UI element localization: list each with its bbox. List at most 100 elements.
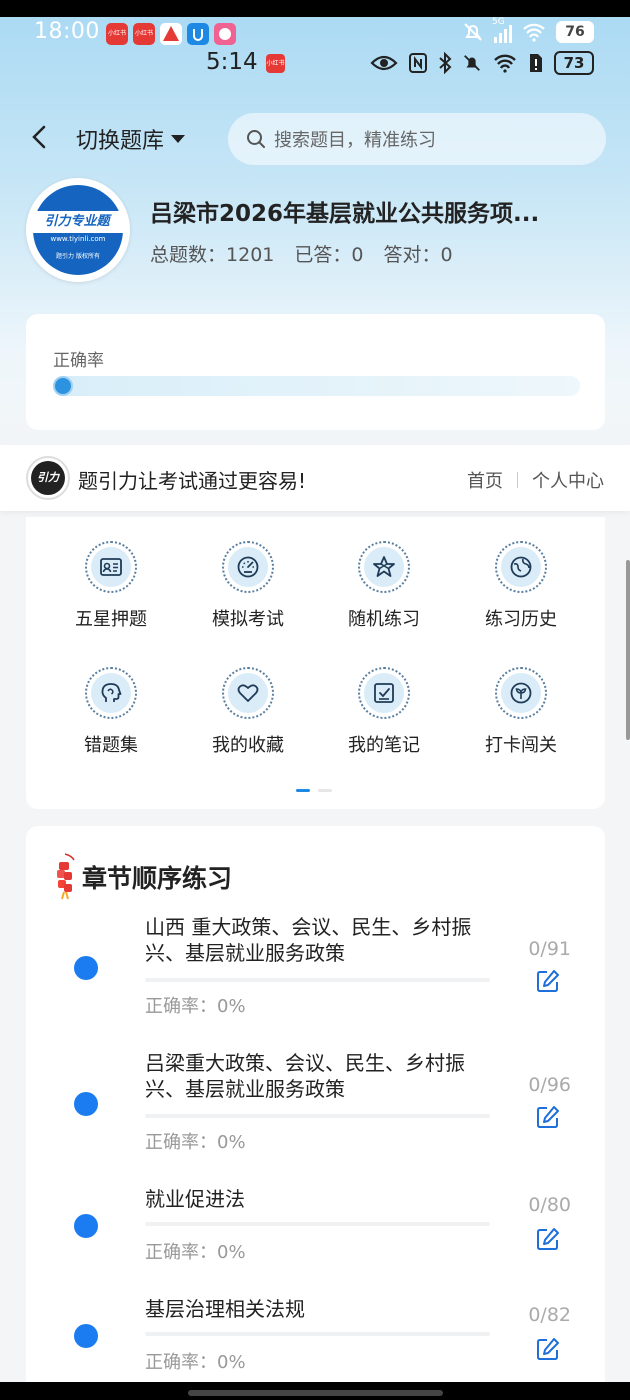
signal-icon: 5G [492,17,512,43]
chapter-accuracy: 正确率：0% [145,1242,246,1263]
menu-item-five-star[interactable]: 五星押题 [46,541,176,631]
menu-item-practice-history[interactable]: 练习历史 [456,541,586,631]
globe-icon [510,556,532,578]
menu-label: 我的收藏 [212,735,284,756]
accuracy-label: 正确率 [53,351,104,371]
menu-pager [296,789,332,792]
edit-icon[interactable] [535,1336,561,1362]
chapter-name: 就业促进法 [145,1187,245,1211]
eye-icon [370,55,398,71]
menu-label: 模拟考试 [212,609,284,630]
chapter-dot [74,1324,98,1348]
chapter-section-title: 章节顺序练习 [82,864,233,893]
brand-bar: 引力 题引力让考试通过更容易! 首页 个人中心 [0,445,630,511]
menu-label: 五星押题 [75,609,147,630]
xiaohongshu-app-icon: 小红书 [106,23,128,45]
chapter-practice-card: 章节顺序练习 山西 重大政策、会议、民生、乡村振兴、基层就业服务政策 正确率：0… [26,826,605,1400]
bell-off-icon [464,23,482,41]
chapter-count: 0/96 [528,1074,571,1096]
total-questions: 总题数：1201 [150,244,275,266]
bell-off-icon [464,55,480,71]
brand-logo: 引力 [26,456,70,500]
chapter-count: 0/91 [528,938,571,960]
pager-dot-active[interactable] [296,789,310,792]
triangle-app-icon [160,23,182,45]
brand-links: 首页 个人中心 [467,467,604,493]
bank-logo-sub: 题引力 版权所有 [56,253,100,260]
head-icon [101,683,122,702]
edit-icon[interactable] [535,1226,561,1252]
note-check-icon [374,683,394,703]
signal-label: 5G [492,17,505,27]
correct-count: 答对：0 [383,244,453,266]
chapter-dot [74,956,98,980]
accuracy-progress-dot [53,376,73,396]
brand-logo-text: 引力 [31,461,65,495]
home-indicator[interactable] [188,1390,443,1396]
chapter-count: 0/82 [528,1304,571,1326]
status-bar-inner: 5:14 小红书 73 [0,49,630,79]
menu-item-favorites[interactable]: 我的收藏 [183,667,313,757]
chapter-progress-bar [145,1114,490,1118]
feature-menu: 五星押题 模拟考试 随机练习 练习历史 错题集 我的收藏 我的笔记 打卡闯关 [26,517,605,809]
switch-bank-dropdown[interactable]: 切换题库 [76,123,186,155]
brand-slogan: 题引力让考试通过更容易! [78,469,307,493]
menu-item-mock-exam[interactable]: 模拟考试 [183,541,313,631]
id-card-icon [100,558,122,576]
profile-link[interactable]: 个人中心 [532,467,604,493]
scroll-edge-indicator [626,560,630,740]
bank-stats: 总题数：1201 已答：0 答对：0 [150,240,453,267]
gauge-icon [237,556,259,578]
bank-logo-url: www.tiyinli.com [50,235,106,243]
search-placeholder: 搜索题目，精准练习 [274,130,436,151]
edit-icon[interactable] [535,968,561,994]
chapter-dot [74,1092,98,1116]
chapter-accuracy: 正确率：0% [145,1132,246,1153]
chapter-dot [74,1214,98,1238]
menu-item-checkin[interactable]: 打卡闯关 [456,667,586,757]
link-divider [517,472,518,488]
chapter-count: 0/80 [528,1194,571,1216]
bluetooth-icon [439,52,452,74]
menu-label: 打卡闯关 [485,735,557,756]
nfc-icon [409,53,427,73]
chapter-name: 基层治理相关法规 [145,1297,305,1321]
bank-logo: 引力专业题 www.tiyinli.com 题引力 版权所有 [26,178,130,282]
menu-item-notes[interactable]: 我的笔记 [319,667,449,757]
menu-label: 练习历史 [485,609,557,630]
wifi-icon [494,54,516,73]
xiaohongshu-app-icon: 小红书 [266,54,285,73]
status-icons-inner: 73 [370,51,594,75]
top-nav: 切换题库 搜索题目，精准练习 [0,110,630,166]
battery-indicator: 76 [556,21,594,43]
inner-status-time: 5:14 [206,49,258,75]
chapter-accuracy: 正确率：0% [145,996,246,1017]
bank-logo-text: 引力专业题 [29,211,127,233]
top-black-bar [0,0,630,17]
pager-dot[interactable] [318,789,332,792]
star-network-icon [373,556,395,577]
home-link[interactable]: 首页 [467,467,503,493]
menu-label: 随机练习 [348,609,420,630]
sim-alert-icon [530,54,542,72]
bank-title: 吕梁市2026年基层就业公共服务项... [150,201,540,227]
chapter-name: 吕梁重大政策、会议、民生、乡村振兴、基层就业服务政策 [145,1051,465,1101]
status-time: 18:00 [34,19,100,44]
shield-app-icon [187,23,209,45]
xiaohongshu-app-icon: 小红书 [133,23,155,45]
wifi-icon [523,23,545,42]
game-app-icon [214,23,236,45]
heart-icon [237,684,259,702]
accuracy-card: 正确率 [26,314,605,430]
sprout-icon [510,682,532,704]
firecracker-icon [57,853,75,900]
menu-item-wrong-questions[interactable]: 错题集 [46,667,176,757]
answered-count: 已答：0 [294,244,364,266]
chapter-accuracy: 正确率：0% [145,1352,246,1373]
back-arrow-icon[interactable] [26,122,56,152]
edit-icon[interactable] [535,1104,561,1130]
question-bank-info: 引力专业题 www.tiyinli.com 题引力 版权所有 吕梁市2026年基… [0,176,630,282]
menu-item-random-practice[interactable]: 随机练习 [319,541,449,631]
status-icons-outer: 5G 76 [462,17,594,43]
search-input[interactable]: 搜索题目，精准练习 [228,113,606,165]
